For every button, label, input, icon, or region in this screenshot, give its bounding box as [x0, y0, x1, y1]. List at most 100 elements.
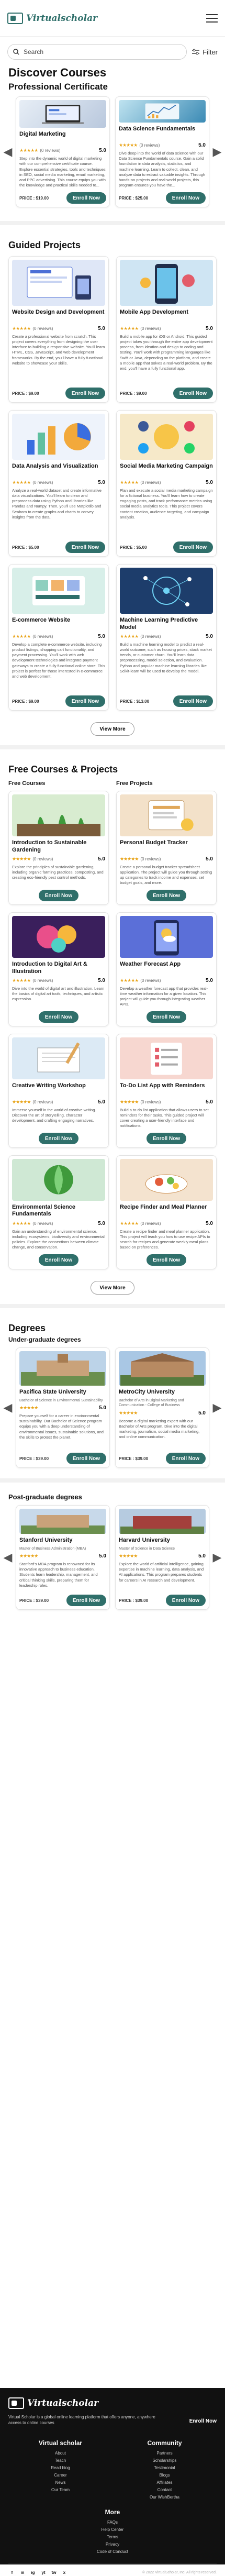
x-icon[interactable]: x	[61, 2569, 68, 2576]
enroll-button[interactable]: Enroll Now	[146, 890, 187, 901]
enroll-button[interactable]: Enroll Now	[66, 1453, 106, 1464]
logo-icon	[8, 2397, 24, 2409]
search-input[interactable]: Search	[7, 44, 187, 60]
enroll-button[interactable]: Enroll Now	[38, 890, 79, 901]
enroll-button[interactable]: Enroll Now	[66, 1595, 106, 1606]
enroll-button[interactable]: Enroll Now	[165, 192, 206, 204]
rating-value: 5.0	[206, 1099, 213, 1105]
footer-logo[interactable]: Virtualscholar	[8, 2397, 217, 2409]
project-price: PRICE : $5.00	[120, 545, 147, 550]
degree-card[interactable]: Harvard University Master of Science in …	[115, 1505, 209, 1610]
free-card[interactable]: To-Do List App with Reminders ★★★★★ (0 re…	[116, 1034, 217, 1148]
enroll-button[interactable]: Enroll Now	[165, 1595, 206, 1606]
footer-link[interactable]: Our WishBertha	[113, 2494, 217, 2501]
star-rating-icon: ★★★★★	[19, 1553, 38, 1559]
footer-link[interactable]: Blogs	[113, 2472, 217, 2479]
footer-col-title: More	[105, 2508, 120, 2516]
instagram-icon[interactable]: ig	[29, 2569, 37, 2576]
review-count: (0 reviews)	[140, 1099, 161, 1104]
rating-value: 5.0	[98, 326, 105, 331]
enroll-button[interactable]: Enroll Now	[65, 541, 105, 553]
filter-icon	[192, 49, 200, 55]
enroll-button[interactable]: Enroll Now	[65, 388, 105, 399]
carousel-next-icon[interactable]: ▶	[212, 145, 222, 159]
project-price: PRICE : $5.00	[12, 545, 39, 550]
free-card[interactable]: Personal Budget Tracker ★★★★★ (0 reviews)…	[116, 791, 217, 905]
enroll-button[interactable]: Enroll Now	[146, 1011, 187, 1023]
twitter-icon[interactable]: tw	[50, 2569, 58, 2576]
free-card[interactable]: Weather Forecast App ★★★★★ (0 reviews) 5.0…	[116, 912, 217, 1026]
project-card[interactable]: E-commerce Website ★★★★★ (0 reviews) 5.0 D…	[8, 564, 109, 711]
rating-value: 5.0	[198, 142, 206, 149]
enroll-button[interactable]: Enroll Now	[66, 192, 106, 204]
free-card[interactable]: Introduction to Digital Art & Illustrati…	[8, 912, 109, 1026]
enroll-button[interactable]: Enroll Now	[38, 1133, 79, 1144]
filter-button[interactable]: Filter	[192, 48, 218, 56]
free-rating: ★★★★★ (0 reviews) 5.0	[120, 978, 213, 983]
degree-title: Pacifica State University	[19, 1389, 86, 1395]
course-card[interactable]: Data Science Fundamentals ★★★★★ (0 review…	[115, 96, 209, 207]
rating-value: 5.0	[198, 1553, 206, 1560]
enroll-button[interactable]: Enroll Now	[173, 541, 213, 553]
free-rating: ★★★★★ (0 reviews) 5.0	[120, 1099, 213, 1105]
degree-description: Explore the world of artificial intellig…	[119, 1562, 204, 1583]
review-count: (0 reviews)	[140, 978, 161, 983]
free-title: To-Do List App with Reminders	[120, 1082, 205, 1089]
linkedin-icon[interactable]: in	[19, 2569, 26, 2576]
enroll-button[interactable]: Enroll Now	[146, 1254, 187, 1266]
footer-link[interactable]: Partners	[113, 2450, 217, 2457]
footer-link[interactable]: Scholarships	[113, 2457, 217, 2464]
footer-link[interactable]: Teach	[8, 2457, 113, 2464]
degree-card[interactable]: MetroCity University Bachelor of Arts in…	[115, 1347, 209, 1468]
view-more-button[interactable]: View More	[91, 722, 134, 736]
degree-card[interactable]: Pacifica State University Bachelor of Sc…	[16, 1347, 110, 1468]
footer-link[interactable]: Testimonial	[113, 2464, 217, 2472]
project-card[interactable]: Website Design and Development ★★★★★ (0 r…	[8, 256, 109, 403]
brand-logo[interactable]: Virtualscholar	[7, 12, 97, 24]
footer-link[interactable]: Our Team	[8, 2486, 113, 2494]
enroll-button[interactable]: Enroll Now	[165, 1453, 206, 1464]
free-card[interactable]: Recipe Finder and Meal Planner ★★★★★ (0 r…	[116, 1155, 217, 1269]
carousel-prev-icon[interactable]: ◀	[3, 1550, 13, 1565]
free-card[interactable]: Environmental Science Fundamentals ★★★★★…	[8, 1155, 109, 1269]
enroll-button[interactable]: Enroll Now	[38, 1254, 79, 1266]
carousel-prev-icon[interactable]: ◀	[3, 1400, 13, 1415]
youtube-icon[interactable]: yt	[40, 2569, 47, 2576]
degree-card[interactable]: Stanford University Master of Business A…	[16, 1505, 110, 1610]
carousel-prev-icon[interactable]: ◀	[3, 145, 13, 159]
project-card[interactable]: Mobile App Development ★★★★★ (0 reviews) 5…	[116, 256, 217, 403]
enroll-button[interactable]: Enroll Now	[173, 388, 213, 399]
footer-link[interactable]: Contact	[113, 2486, 217, 2494]
enroll-button[interactable]: Enroll Now	[38, 1011, 79, 1023]
project-card[interactable]: Machine Learning Predictive Model ★★★★★(…	[116, 564, 217, 711]
footer-enroll-link[interactable]: Enroll Now	[189, 2418, 217, 2424]
course-card[interactable]: Digital Marketing ★★★★★ (0 reviews) 5.0 St…	[16, 96, 110, 207]
carousel-next-icon[interactable]: ▶	[212, 1550, 222, 1565]
footer-link[interactable]: Terms	[8, 2534, 217, 2541]
footer-link[interactable]: Affiliates	[113, 2479, 217, 2486]
project-card[interactable]: Social Media Marketing Campaign ★★★★★ (0 …	[116, 410, 217, 557]
footer-link[interactable]: News	[8, 2479, 113, 2486]
discover-subtitle: Professional Certificate	[8, 82, 108, 92]
footer-link[interactable]: Code of Conduct	[8, 2548, 217, 2556]
project-description: Plan and execute a social media marketin…	[120, 488, 213, 519]
facebook-icon[interactable]: f	[8, 2569, 16, 2576]
footer-link[interactable]: About	[8, 2450, 113, 2457]
footer-link[interactable]: Career	[8, 2472, 113, 2479]
footer-link[interactable]: Read blog	[8, 2464, 113, 2472]
footer-link[interactable]: Privacy	[8, 2541, 217, 2548]
enroll-button[interactable]: Enroll Now	[173, 695, 213, 707]
project-card[interactable]: Data Analysis and Visualization ★★★★★ (0 …	[8, 410, 109, 557]
rating-value: 5.0	[98, 634, 105, 639]
free-card[interactable]: Creative Writing Workshop ★★★★★ (0 review…	[8, 1034, 109, 1148]
footer-link[interactable]: FAQs	[8, 2519, 217, 2526]
enroll-button[interactable]: Enroll Now	[65, 695, 105, 707]
free-card[interactable]: Introduction to Sustainable Gardening ★★…	[8, 791, 109, 905]
carousel-next-icon[interactable]: ▶	[212, 1400, 222, 1415]
enroll-button[interactable]: Enroll Now	[146, 1133, 187, 1144]
logo-icon	[7, 12, 23, 24]
degree-thumbnail	[119, 1351, 206, 1386]
hamburger-menu-icon[interactable]	[206, 14, 218, 23]
view-more-button[interactable]: View More	[91, 1281, 134, 1295]
footer-link[interactable]: Help Center	[8, 2526, 217, 2534]
